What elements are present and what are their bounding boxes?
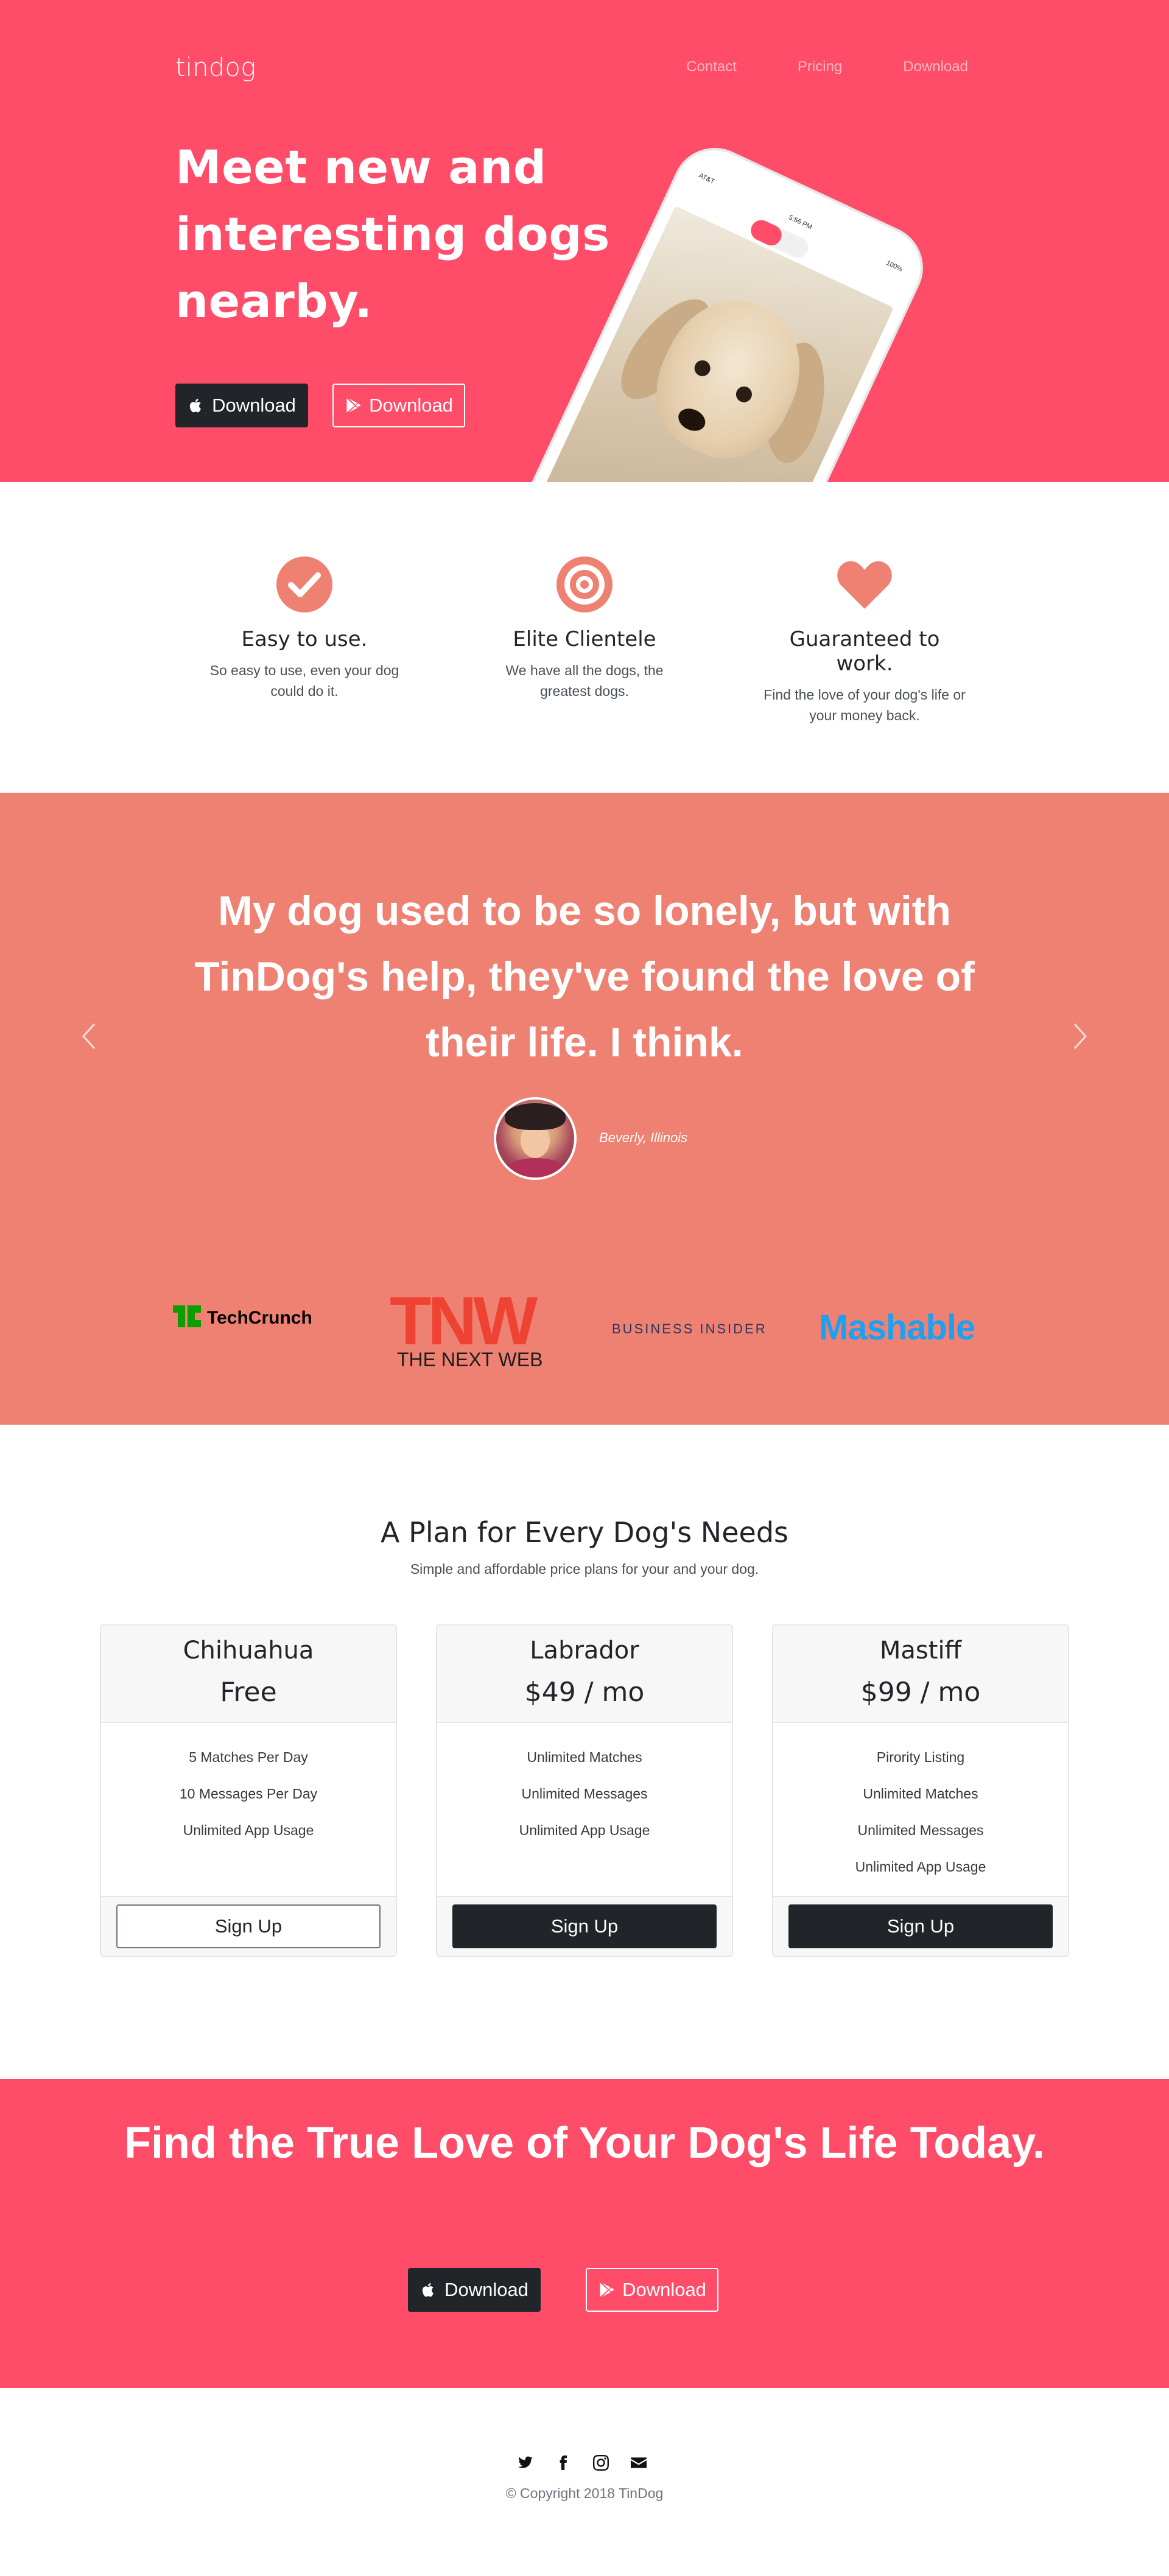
feature-title: Elite Clientele [513, 627, 656, 651]
plan-features: 5 Matches Per Day 10 Messages Per Day Un… [101, 1723, 396, 1898]
feature-title: Guaranteed to work. [789, 627, 940, 676]
chevron-left-icon [82, 1023, 96, 1050]
press-logo-text: THE NEXT WEB [397, 1349, 542, 1370]
heart-icon [837, 561, 892, 609]
feature-title: Easy to use. [241, 627, 368, 651]
press-logos: TechCrunch TNW THE NEXT WEB BUSINESS INS… [0, 1291, 1169, 1370]
card-footer: Sign Up [773, 1896, 1068, 1956]
plan-feature: Unlimited App Usage [519, 1822, 650, 1838]
pricing-card-mastiff: Mastiff $99 / mo Pirority Listing Unlimi… [772, 1624, 1069, 1957]
plan-feature: Unlimited App Usage [855, 1859, 986, 1875]
cta-title: Find the True Love of Your Dog's Life To… [124, 2119, 1045, 2167]
check-circle-icon [276, 556, 332, 612]
hero-title: Meet new and interesting dogs nearby. [175, 140, 610, 328]
cta-apple-download-label: Download [444, 2279, 528, 2300]
card-footer: Sign Up [437, 1896, 732, 1956]
business-insider-logo: BUSINESS INSIDER [612, 1321, 767, 1336]
google-play-icon [600, 2283, 614, 2297]
plan-features: Pirority Listing Unlimited Matches Unlim… [773, 1723, 1068, 1898]
nav-links: Contact Pricing Download [625, 58, 968, 75]
phone-battery: 100% [885, 259, 904, 273]
cta-apple-download-button[interactable]: Download [408, 2268, 541, 2312]
apple-download-button[interactable]: Download [175, 384, 308, 427]
navbar: tindog Contact Pricing Download [175, 49, 968, 85]
envelope-icon[interactable] [631, 2455, 647, 2471]
carousel-next-button[interactable] [1069, 1018, 1093, 1055]
hero-buttons: Download Download [175, 384, 465, 427]
feature-elite-clientele: Elite Clientele We have all the dogs, th… [481, 555, 688, 701]
plan-price: Free [220, 1677, 277, 1708]
testimonial-avatar [494, 1097, 577, 1180]
phone-time: 5:56 PM [787, 214, 813, 231]
plan-feature: Unlimited Matches [863, 1786, 978, 1802]
plan-feature: 10 Messages Per Day [179, 1786, 318, 1802]
sign-up-button-labrador[interactable]: Sign Up [452, 1904, 717, 1948]
pricing-title: A Plan for Every Dog's Needs [381, 1516, 788, 1549]
feature-text: We have all the dogs, the greatest dogs. [505, 662, 664, 699]
card-footer: Sign Up [101, 1896, 396, 1956]
feature-guaranteed: Guaranteed to work. Find the love of you… [761, 555, 968, 726]
facebook-icon[interactable] [555, 2455, 571, 2471]
bullseye-icon [556, 556, 613, 612]
google-download-label: Download [369, 395, 453, 416]
feature-text: Find the love of your dog's life or your… [764, 687, 966, 723]
brand-logo[interactable]: tindog [175, 52, 256, 82]
plan-feature: Unlimited Matches [527, 1749, 642, 1765]
nav-link-download[interactable]: Download [903, 58, 968, 75]
plan-name: Labrador [530, 1637, 639, 1665]
plan-feature: Unlimited Messages [857, 1822, 984, 1838]
card-header: Mastiff $99 / mo [773, 1626, 1068, 1723]
plan-name: Mastiff [879, 1637, 962, 1665]
apple-icon [189, 398, 201, 413]
card-header: Labrador $49 / mo [437, 1626, 732, 1723]
instagram-icon[interactable] [593, 2455, 609, 2471]
google-play-download-button[interactable]: Download [332, 384, 465, 427]
testimonial-section: My dog used to be so lonely, but with Ti… [0, 793, 1169, 1425]
copyright-text: © Copyright 2018 TinDog [505, 2485, 664, 2501]
sign-up-button-mastiff[interactable]: Sign Up [788, 1904, 1053, 1948]
techcrunch-logo: TechCrunch [173, 1305, 312, 1328]
hero-section: tindog Contact Pricing Download Meet new… [0, 0, 1169, 482]
press-logo-text: TechCrunch [207, 1308, 312, 1328]
testimonial-quote: My dog used to be so lonely, but with Ti… [194, 888, 975, 1065]
sign-up-button-chihuahua[interactable]: Sign Up [116, 1904, 381, 1948]
testimonial-location: Beverly, Illinois [599, 1130, 688, 1145]
features-section: Easy to use. So easy to use, even your d… [0, 482, 1169, 793]
plan-feature: 5 Matches Per Day [189, 1749, 308, 1765]
cta-google-play-download-button[interactable]: Download [586, 2268, 718, 2312]
twitter-icon[interactable] [518, 2455, 533, 2471]
plan-feature: Unlimited Messages [521, 1786, 648, 1802]
feature-easy-to-use: Easy to use. So easy to use, even your d… [201, 555, 408, 701]
cta-google-download-label: Download [622, 2279, 706, 2300]
the-next-web-logo: TNW THE NEXT WEB [390, 1291, 542, 1370]
phone-carrier: AT&T [697, 172, 716, 186]
cta-buttons: Download Download [408, 2268, 718, 2312]
pricing-card-labrador: Labrador $49 / mo Unlimited Matches Unli… [436, 1624, 733, 1957]
plan-name: Chihuahua [183, 1637, 314, 1665]
apple-icon [422, 2283, 434, 2297]
plan-price: $99 / mo [860, 1677, 981, 1708]
plan-price: $49 / mo [524, 1677, 645, 1708]
cta-section: Find the True Love of Your Dog's Life To… [0, 2079, 1169, 2388]
nav-link-pricing[interactable]: Pricing [798, 58, 842, 75]
feature-text: So easy to use, even your dog could do i… [209, 662, 399, 699]
social-links [518, 2455, 647, 2471]
pricing-card-chihuahua: Chihuahua Free 5 Matches Per Day 10 Mess… [100, 1624, 397, 1957]
pricing-subtitle: Simple and affordable price plans for yo… [410, 1561, 759, 1577]
pricing-section: A Plan for Every Dog's Needs Simple and … [0, 1425, 1169, 2079]
plan-feature: Unlimited App Usage [183, 1822, 314, 1838]
press-logo-text: Mashable [819, 1308, 975, 1347]
mashable-logo: Mashable [819, 1308, 975, 1347]
apple-download-label: Download [212, 395, 296, 416]
press-logo-text: BUSINESS INSIDER [612, 1321, 767, 1336]
plan-feature: Pirority Listing [876, 1749, 965, 1765]
nav-link-contact[interactable]: Contact [686, 58, 737, 75]
chevron-right-icon [1073, 1023, 1087, 1050]
footer: © Copyright 2018 TinDog [0, 2388, 1169, 2576]
carousel-prev-button[interactable] [76, 1018, 100, 1055]
plan-features: Unlimited Matches Unlimited Messages Unl… [437, 1723, 732, 1898]
google-play-icon [346, 398, 361, 413]
card-header: Chihuahua Free [101, 1626, 396, 1723]
